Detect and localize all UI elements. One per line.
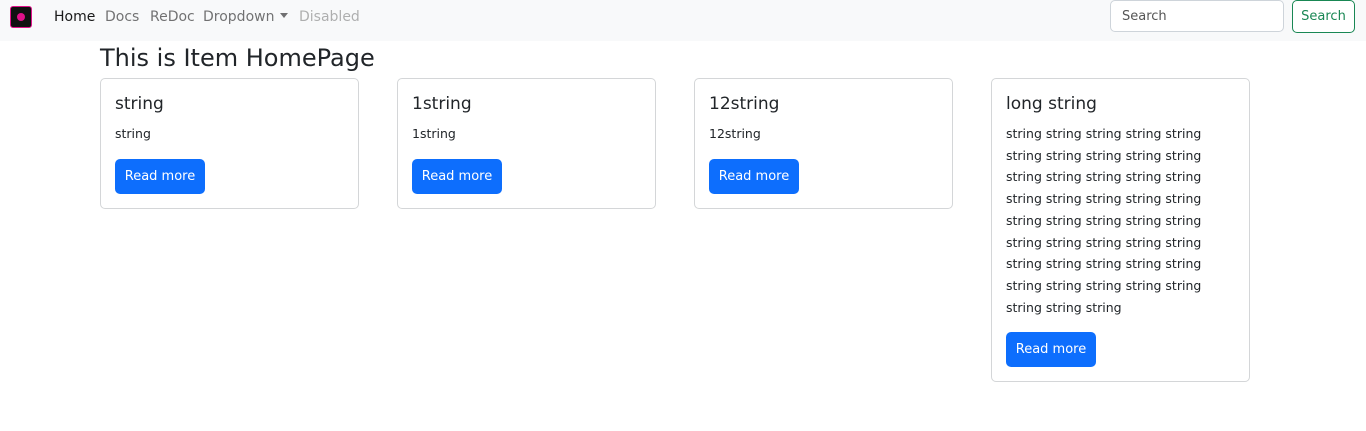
top-navbar: Home Docs ReDoc Dropdown Disabled Search [0, 0, 1366, 41]
read-more-button[interactable]: Read more [412, 158, 502, 194]
nav-link-redoc[interactable]: ReDoc [150, 8, 195, 26]
search-input[interactable] [1110, 0, 1284, 32]
card-text: string string string string string strin… [1006, 126, 1202, 315]
read-more-button[interactable]: Read more [115, 158, 205, 194]
card-text: 12string [709, 126, 761, 141]
card-text: 1string [412, 126, 456, 141]
nav-dropdown-label: Dropdown [203, 9, 275, 25]
card-title: long string [1006, 94, 1097, 114]
chevron-down-icon [280, 13, 289, 18]
item-card: long string string string string string … [991, 78, 1250, 383]
item-card: string string Read more [100, 78, 359, 209]
brand-logo-mark [17, 13, 25, 21]
search-button[interactable]: Search [1292, 0, 1355, 33]
brand-logo-icon[interactable] [10, 6, 32, 28]
item-card: 12string 12string Read more [694, 78, 953, 209]
nav-link-home[interactable]: Home [54, 8, 95, 26]
card-title: string [115, 94, 164, 114]
read-more-button[interactable]: Read more [1006, 332, 1096, 368]
read-more-button[interactable]: Read more [709, 158, 799, 194]
card-title: 1string [412, 94, 472, 114]
item-card: 1string 1string Read more [397, 78, 656, 209]
nav-link-disabled: Disabled [299, 9, 360, 25]
nav-link-docs[interactable]: Docs [105, 8, 139, 26]
card-title: 12string [709, 94, 780, 114]
nav-dropdown-toggle[interactable]: Dropdown [203, 8, 289, 26]
page-title: This is Item HomePage [100, 44, 375, 72]
card-text: string [115, 126, 151, 141]
